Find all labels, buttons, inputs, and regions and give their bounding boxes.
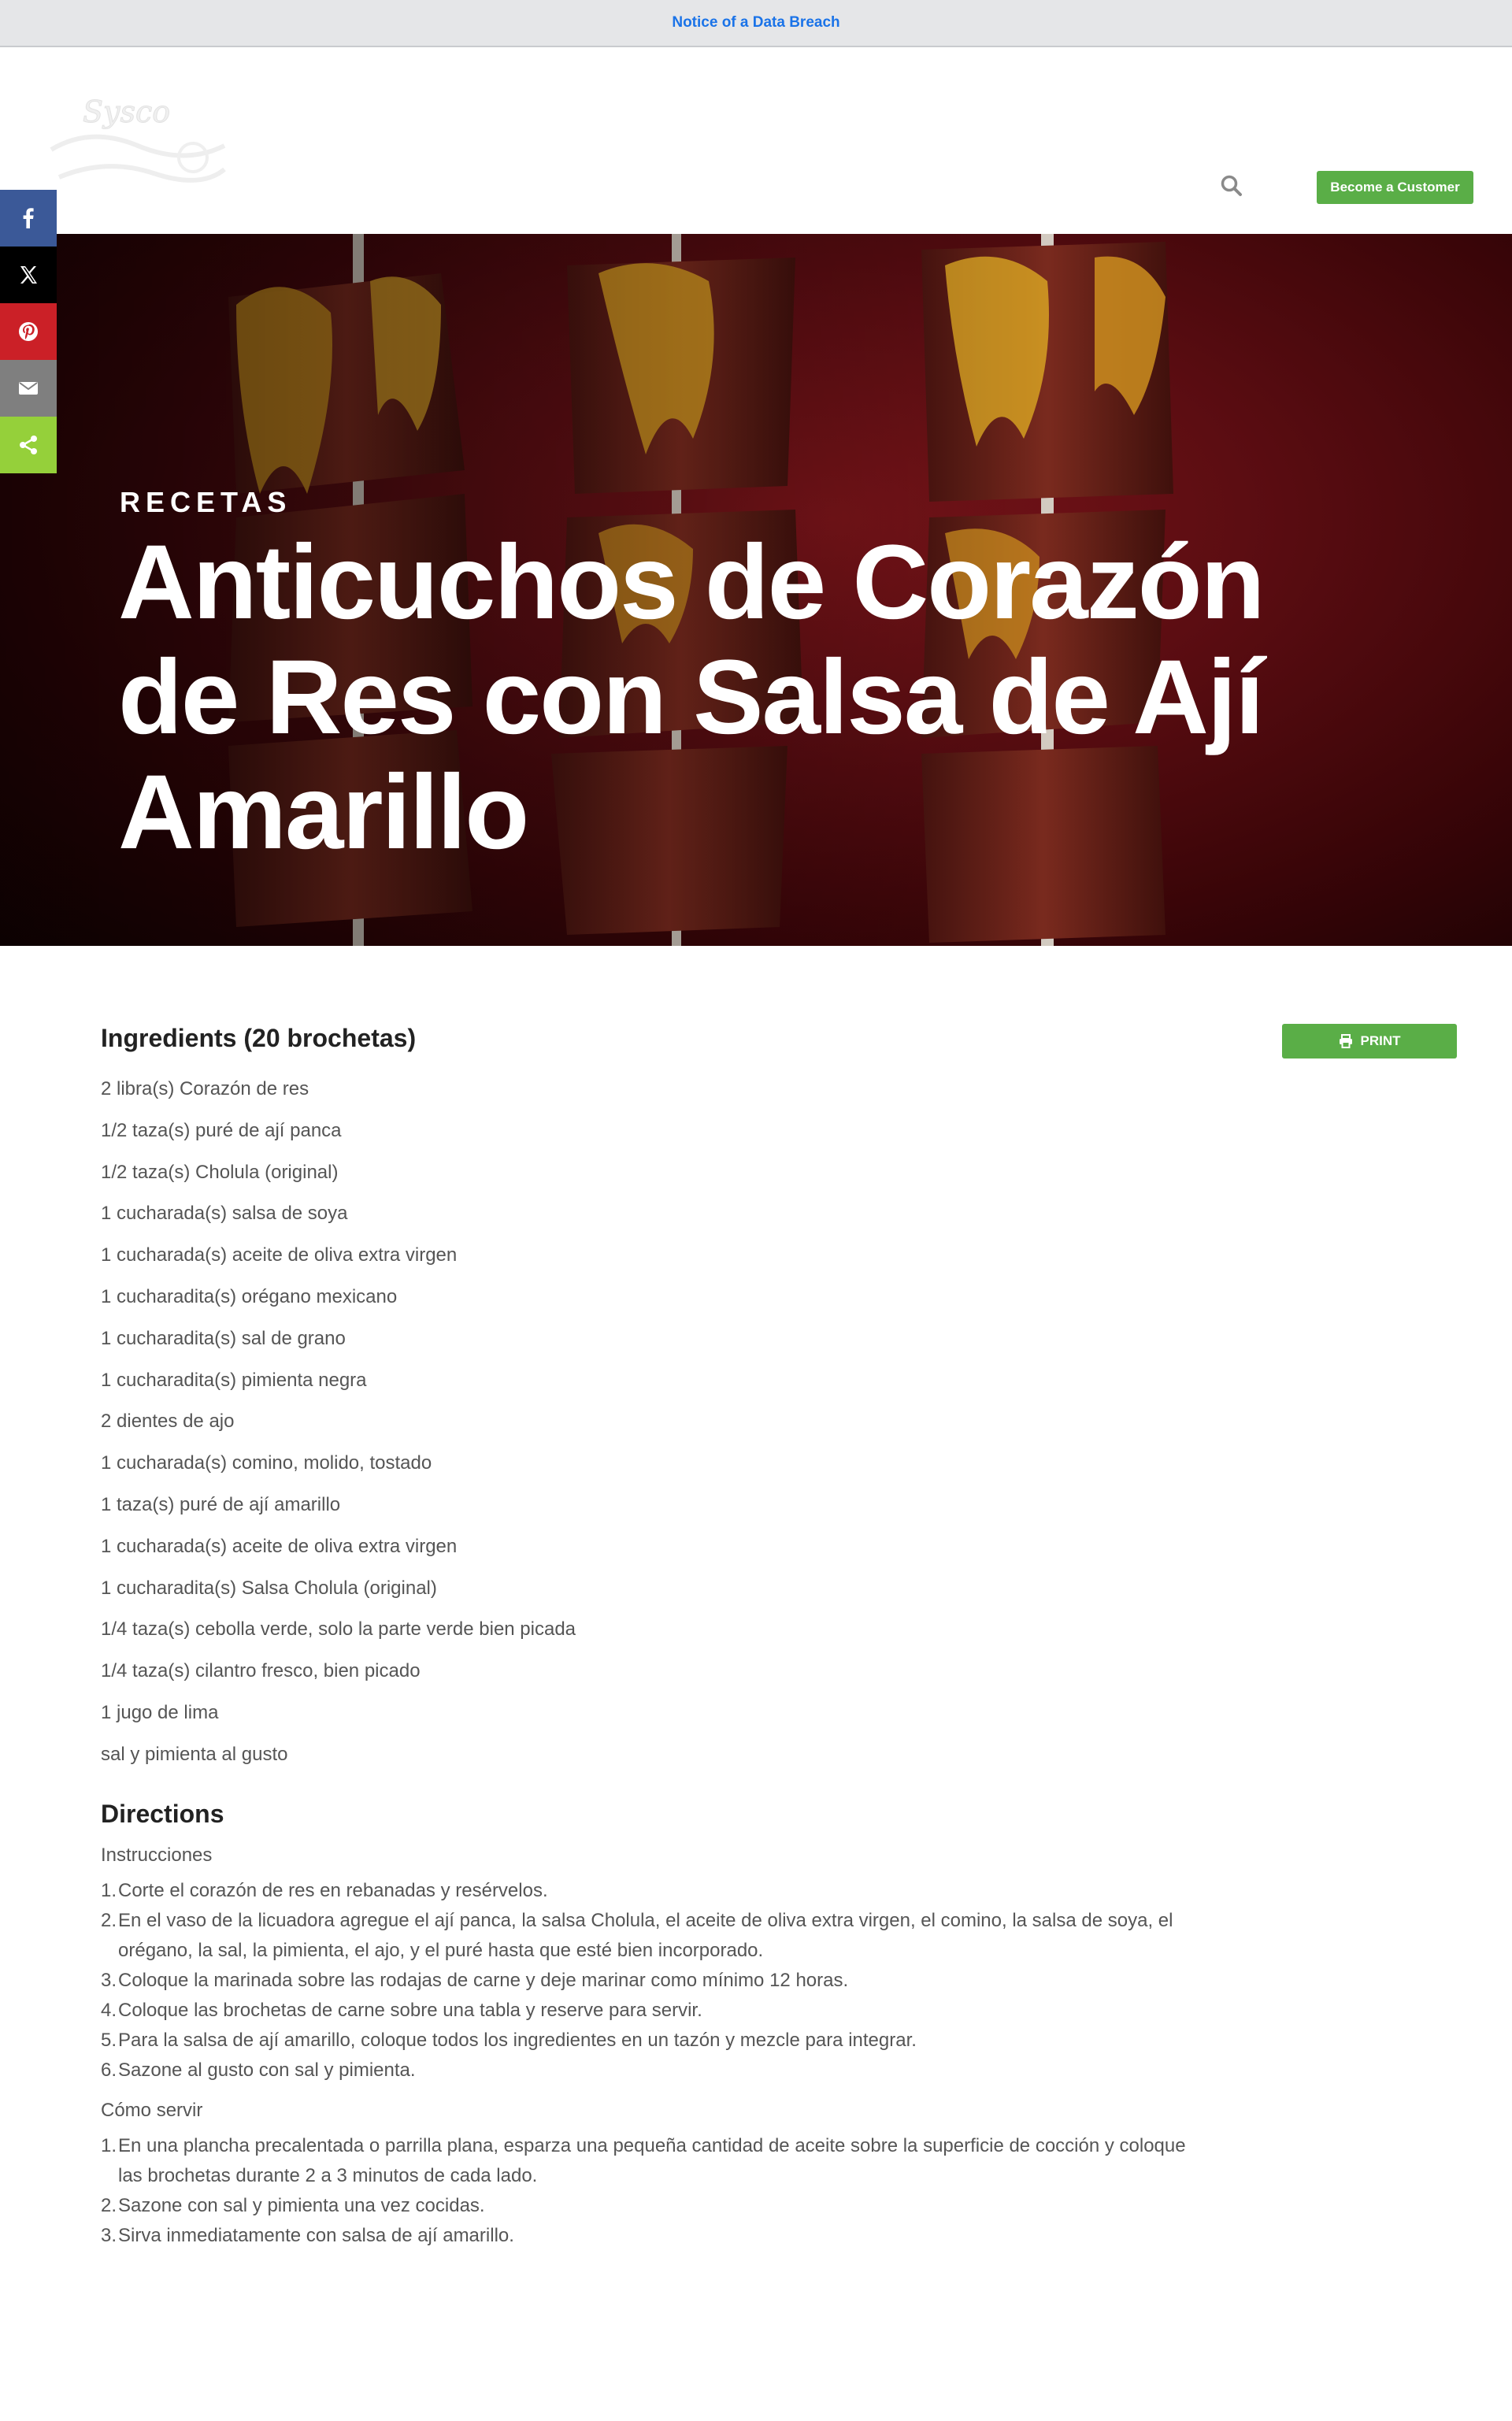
ingredient-item: 2 dientes de ajo xyxy=(101,1411,235,1433)
ingredient-item: 2 libra(s) Corazón de res xyxy=(101,1078,309,1099)
x-share-button[interactable] xyxy=(0,247,57,303)
page-title: Anticuchos de Corazón de Res con Salsa d… xyxy=(118,524,1265,871)
recipe-content: Ingredients (20 brochetas) PRINT 2 libra… xyxy=(101,1024,1457,2251)
step-text: Sazone al gusto con sal y pimienta. xyxy=(118,2059,416,2081)
ingredient-item: 1/2 taza(s) Cholula (original) xyxy=(101,1161,339,1183)
serve-step: 2. Sazone con sal y pimienta una vez coci… xyxy=(101,2191,1418,2221)
ingredient-item: 1 cucharada(s) comino, molido, tostado xyxy=(101,1452,432,1474)
instruction-step: 1. Corte el corazón de res en rebanadas y… xyxy=(101,1876,1418,1906)
step-number: 6. xyxy=(101,2059,117,2081)
ingredients-title: Ingredients (20 brochetas) xyxy=(101,1024,417,1052)
notice-bar: Notice of a Data Breach xyxy=(0,0,1512,47)
serve-step: 3. Sirva inmediatamente con salsa de ají … xyxy=(101,2221,1418,2251)
email-icon xyxy=(19,382,38,395)
ingredient-item: 1/4 taza(s) cebolla verde, solo la parte… xyxy=(101,1618,576,1641)
step-text: En una plancha precalentada o parrilla p… xyxy=(118,2134,1186,2186)
step-number: 3. xyxy=(101,1969,117,1991)
ingredient-item: 1 jugo de lima xyxy=(101,1701,219,1723)
directions-title: Directions xyxy=(101,1799,224,1828)
ingredient-item: 1/4 taza(s) cilantro fresco, bien picado xyxy=(101,1660,421,1682)
step-number: 5. xyxy=(101,2029,117,2051)
instructions-heading: Instrucciones xyxy=(101,1844,213,1866)
data-breach-notice-link[interactable]: Notice of a Data Breach xyxy=(672,14,839,32)
serve-list: 1. En una plancha precalentada o parrilla… xyxy=(101,2131,1418,2251)
ingredient-item: 1 cucharada(s) salsa de soya xyxy=(101,1203,348,1225)
site-header: Sysco Become a Customer xyxy=(0,47,1512,234)
step-text: Sazone con sal y pimienta una vez cocida… xyxy=(118,2194,485,2216)
step-text: Coloque la marinada sobre las rodajas de… xyxy=(118,1969,849,1991)
ingredient-item: 1 cucharadita(s) orégano mexicano xyxy=(101,1285,398,1307)
hero-category[interactable]: RECETAS xyxy=(120,486,291,519)
instruction-step: 3. Coloque la marinada sobre las rodajas … xyxy=(101,1966,1418,1996)
ingredient-item: sal y pimienta al gusto xyxy=(101,1743,288,1765)
step-number: 3. xyxy=(101,2224,117,2246)
print-button[interactable]: PRINT xyxy=(1282,1024,1457,1058)
instruction-step: 5. Para la salsa de ají amarillo, coloque… xyxy=(101,2026,1418,2056)
ingredient-item: 1 cucharada(s) aceite de oliva extra vir… xyxy=(101,1535,458,1557)
ingredients-list: 2 libra(s) Corazón de res 1/2 taza(s) pur… xyxy=(101,1069,1418,1776)
search-icon[interactable] xyxy=(1219,173,1244,198)
x-icon xyxy=(20,266,37,284)
print-label: PRINT xyxy=(1360,1033,1401,1048)
pinterest-icon xyxy=(19,322,38,341)
step-text: Coloque las brochetas de carne sobre una… xyxy=(118,1999,702,2021)
serve-heading: Cómo servir xyxy=(101,2099,203,2121)
step-number: 2. xyxy=(101,2194,117,2216)
more-share-button[interactable] xyxy=(0,417,57,473)
step-text: En el vaso de la licuadora agregue el aj… xyxy=(118,1909,1173,1961)
share-icon xyxy=(20,436,37,454)
pinterest-share-button[interactable] xyxy=(0,303,57,360)
email-share-button[interactable] xyxy=(0,360,57,417)
step-number: 1. xyxy=(101,1879,117,1901)
instruction-step: 4. Coloque las brochetas de carne sobre u… xyxy=(101,1996,1418,2026)
step-text: Sirva inmediatamente con salsa de ají am… xyxy=(118,2224,514,2246)
instruction-step: 6. Sazone al gusto con sal y pimienta. xyxy=(101,2056,1418,2085)
instruction-step: 2. En el vaso de la licuadora agregue el … xyxy=(101,1906,1418,1966)
hero-banner: RECETAS Anticuchos de Corazón de Res con… xyxy=(0,234,1512,946)
become-customer-button[interactable]: Become a Customer xyxy=(1317,171,1473,204)
ingredient-item: 1 cucharadita(s) sal de grano xyxy=(101,1327,346,1349)
ingredient-item: 1 taza(s) puré de ají amarillo xyxy=(101,1493,341,1515)
serve-step: 1. En una plancha precalentada o parrilla… xyxy=(101,2131,1418,2191)
facebook-icon xyxy=(23,208,34,228)
social-share-bar xyxy=(0,190,57,473)
step-number: 2. xyxy=(101,1909,117,1931)
ingredient-item: 1/2 taza(s) puré de ají panca xyxy=(101,1119,342,1141)
ingredient-item: 1 cucharadita(s) pimienta negra xyxy=(101,1369,367,1391)
ingredient-item: 1 cucharadita(s) Salsa Cholula (original… xyxy=(101,1577,437,1599)
sysco-logo[interactable]: Sysco xyxy=(43,83,232,201)
logo-wordmark: Sysco xyxy=(83,95,170,129)
printer-icon xyxy=(1339,1034,1352,1048)
step-number: 4. xyxy=(101,1999,117,2021)
step-number: 1. xyxy=(101,2134,117,2156)
step-text: Para la salsa de ají amarillo, coloque t… xyxy=(118,2029,917,2051)
instructions-list: 1. Corte el corazón de res en rebanadas y… xyxy=(101,1876,1418,2085)
facebook-share-button[interactable] xyxy=(0,190,57,247)
step-text: Corte el corazón de res en rebanadas y r… xyxy=(118,1879,548,1901)
ingredient-item: 1 cucharada(s) aceite de oliva extra vir… xyxy=(101,1244,458,1266)
